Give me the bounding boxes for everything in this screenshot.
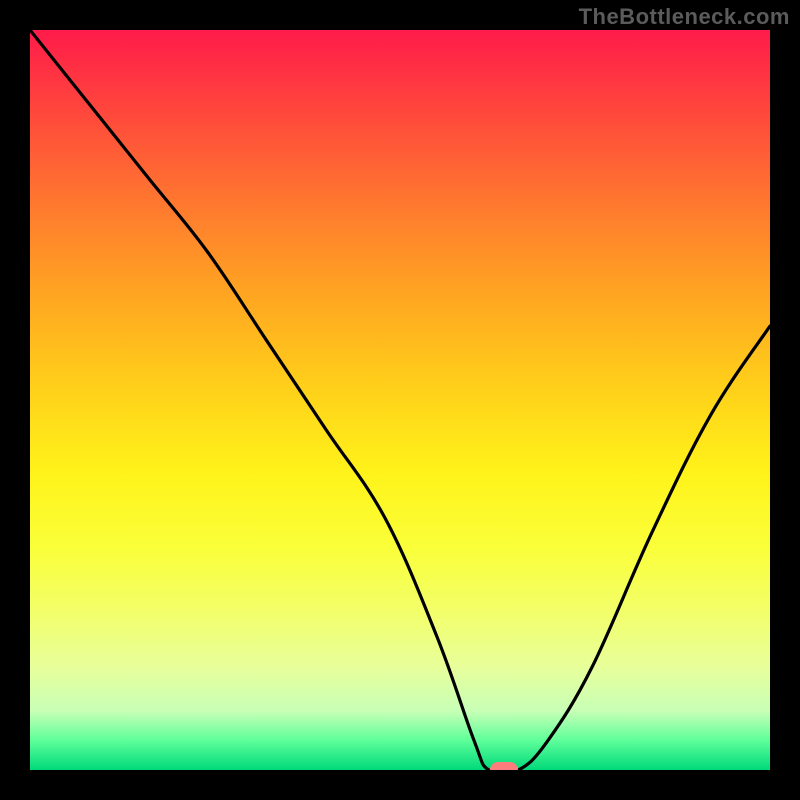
bottleneck-curve (30, 30, 770, 770)
watermark-text: TheBottleneck.com (579, 4, 790, 30)
plot-area (30, 30, 770, 770)
optimal-point-marker (490, 762, 518, 770)
chart-frame: TheBottleneck.com (0, 0, 800, 800)
